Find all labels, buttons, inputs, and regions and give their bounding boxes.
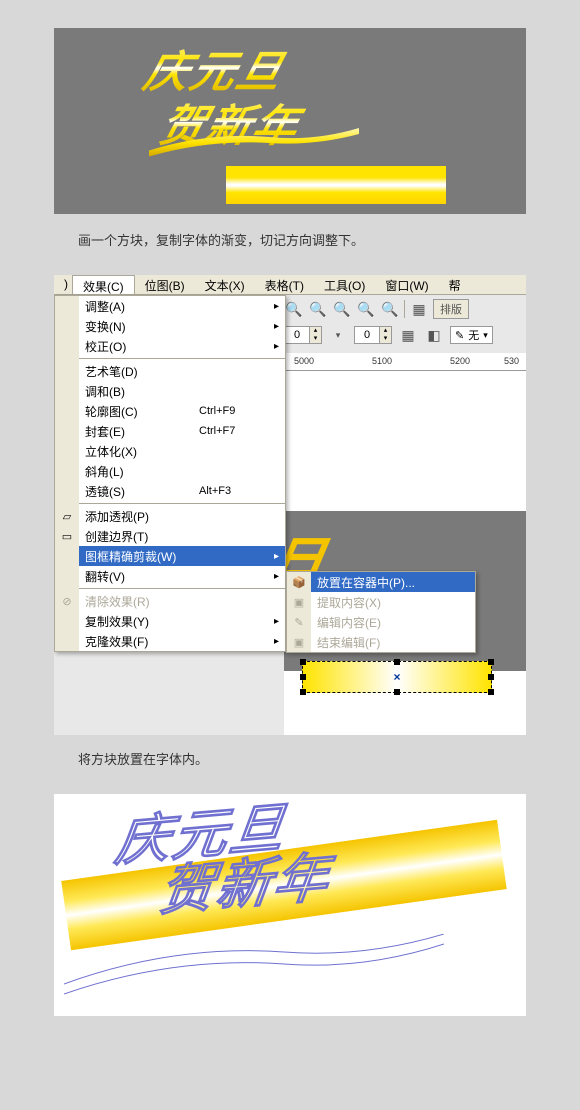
submenu-extract: 提取内容(X) — [311, 592, 475, 612]
swoosh-shape — [114, 128, 394, 158]
menubar-fragment: ) — [60, 275, 72, 294]
submenu-place[interactable]: 放置在容器中(P)... — [311, 572, 475, 592]
submenu-arrow-icon: ▸ — [274, 301, 279, 312]
resize-handle[interactable] — [300, 689, 306, 695]
spinbox-2-input[interactable] — [355, 329, 379, 341]
zoom-out-icon[interactable]: 🔍 — [308, 299, 328, 319]
menu-transform[interactable]: 变换(N)▸ — [79, 316, 285, 336]
submenu-arrow-icon: ▸ — [274, 551, 279, 562]
submenu-arrow-icon: ▸ — [274, 341, 279, 352]
layer-icon[interactable]: ◧ — [424, 325, 444, 345]
menubar: ) 效果(C) 位图(B) 文本(X) 表格(T) 工具(O) 窗口(W) 帮 — [54, 275, 526, 295]
zoom-100-icon[interactable]: 🔍 — [332, 299, 352, 319]
guide-icon[interactable]: ▦ — [409, 299, 429, 319]
toolbar-properties: ▴▾ ▾ ▴▾ ▦ ◧ ✎ 无 ▾ — [284, 323, 493, 347]
fill-select[interactable]: ✎ 无 ▾ — [450, 326, 493, 344]
menu-window[interactable]: 窗口(W) — [375, 275, 438, 294]
menu-text[interactable]: 文本(X) — [195, 275, 255, 294]
ruler-tick: 5200 — [450, 356, 470, 366]
app-screenshot: ) 效果(C) 位图(B) 文本(X) 表格(T) 工具(O) 窗口(W) 帮 … — [54, 275, 526, 735]
chevron-down-icon[interactable]: ▾ — [328, 325, 348, 345]
layout-btn[interactable]: 排版 — [433, 299, 469, 319]
menu-envelope[interactable]: 封套(E)Ctrl+F7 — [79, 421, 285, 441]
selection-center-icon: × — [393, 670, 400, 684]
place-icon: 📦 — [287, 572, 311, 592]
resize-handle[interactable] — [300, 674, 306, 680]
clear-icon: ⊘ — [55, 591, 79, 611]
menu-lens[interactable]: 透镜(S)Alt+F3 — [79, 481, 285, 501]
menu-artbrush[interactable]: 艺术笔(D) — [79, 361, 285, 381]
menu-tools[interactable]: 工具(O) — [314, 275, 375, 294]
menu-createboundary[interactable]: 创建边界(T) — [79, 526, 285, 546]
menu-effects[interactable]: 效果(C) — [72, 275, 135, 294]
menu-copyeffect[interactable]: 复制效果(Y)▸ — [79, 611, 285, 631]
menu-table[interactable]: 表格(T) — [255, 275, 314, 294]
perspective-icon: ▱ — [55, 506, 79, 526]
resize-handle[interactable] — [488, 674, 494, 680]
powerclip-submenu: 📦 ▣ ✎ ▣ 放置在容器中(P)... 提取内容(X) 编辑内容(E) 结束编… — [286, 571, 476, 653]
extract-icon: ▣ — [287, 592, 311, 612]
edit-icon: ✎ — [287, 612, 311, 632]
menu-addperspective[interactable]: 添加透视(P) — [79, 506, 285, 526]
spin-down-icon[interactable]: ▾ — [309, 335, 321, 343]
spinbox-1-input[interactable] — [285, 329, 309, 341]
pen-icon: ✎ — [455, 329, 464, 342]
zoom-page-icon[interactable]: 🔍 — [380, 299, 400, 319]
preview-panel-3: 庆元旦 贺新年 — [54, 794, 526, 1016]
resize-handle[interactable] — [488, 689, 494, 695]
preview-panel-1: 庆元旦 贺新年 — [54, 28, 526, 214]
submenu-edit: 编辑内容(E) — [311, 612, 475, 632]
menu-powerclip[interactable]: 图框精确剪裁(W)▸ — [79, 546, 285, 566]
ruler-tick: 5000 — [294, 356, 314, 366]
outline-text: 庆元旦 贺新年 — [106, 797, 341, 924]
selected-rectangle[interactable]: × — [302, 661, 492, 693]
spin-down-icon[interactable]: ▾ — [379, 335, 391, 343]
menu-help[interactable]: 帮 — [439, 275, 471, 294]
menu-correction[interactable]: 校正(O)▸ — [79, 336, 285, 356]
zoom-fit-icon[interactable]: 🔍 — [356, 299, 376, 319]
spinbox-1[interactable]: ▴▾ — [284, 326, 322, 344]
fill-label: 无 — [468, 327, 479, 343]
spin-up-icon[interactable]: ▴ — [309, 327, 321, 335]
menu-cloneeffect[interactable]: 克隆效果(F)▸ — [79, 631, 285, 651]
submenu-arrow-icon: ▸ — [274, 616, 279, 627]
menu-blend[interactable]: 调和(B) — [79, 381, 285, 401]
menu-contour[interactable]: 轮廓图(C)Ctrl+F9 — [79, 401, 285, 421]
caption-1: 画一个方块，复制字体的渐变，切记方向调整下。 — [78, 230, 580, 249]
submenu-arrow-icon: ▸ — [274, 321, 279, 332]
chevron-down-icon: ▾ — [483, 330, 488, 341]
align-icon[interactable]: ▦ — [398, 325, 418, 345]
resize-handle[interactable] — [300, 659, 306, 665]
finish-icon: ▣ — [287, 632, 311, 652]
menu-extrude[interactable]: 立体化(X) — [79, 441, 285, 461]
menu-bitmap[interactable]: 位图(B) — [135, 275, 195, 294]
menu-flip[interactable]: 翻转(V)▸ — [79, 566, 285, 586]
canvas[interactable]: 旦 × — [284, 371, 526, 735]
resize-handle[interactable] — [394, 689, 400, 695]
caption-2: 将方块放置在字体内。 — [78, 749, 580, 768]
toolbar-zoom: 🔍 🔍 🔍 🔍 🔍 ▦ 排版 — [284, 297, 469, 321]
submenu-arrow-icon: ▸ — [274, 571, 279, 582]
outline-line2: 贺新年 — [156, 851, 333, 919]
resize-handle[interactable] — [488, 659, 494, 665]
zoom-icon[interactable]: 🔍 — [284, 299, 304, 319]
menu-cleareffect: 清除效果(R) — [79, 591, 285, 611]
resize-handle[interactable] — [394, 659, 400, 665]
boundary-icon: ▭ — [55, 526, 79, 546]
spin-up-icon[interactable]: ▴ — [379, 327, 391, 335]
menu-adjust[interactable]: 调整(A)▸ — [79, 296, 285, 316]
dropdown-icon-column: ▱ ▭ ⊘ — [55, 296, 79, 651]
ruler-tick: 530 — [504, 356, 519, 366]
menu-bevel[interactable]: 斜角(L) — [79, 461, 285, 481]
ruler-tick: 5100 — [372, 356, 392, 366]
gradient-rectangle — [226, 166, 446, 204]
swoosh-outline — [64, 934, 444, 1004]
submenu-arrow-icon: ▸ — [274, 636, 279, 647]
spinbox-2[interactable]: ▴▾ — [354, 326, 392, 344]
effects-dropdown: ▱ ▭ ⊘ 调整(A)▸ 变换(N)▸ 校正(O)▸ 艺术笔(D) 调和(B) … — [54, 295, 286, 652]
ruler-horizontal: 5000 5100 5200 530 — [284, 353, 526, 371]
submenu-finish: 结束编辑(F) — [311, 632, 475, 652]
